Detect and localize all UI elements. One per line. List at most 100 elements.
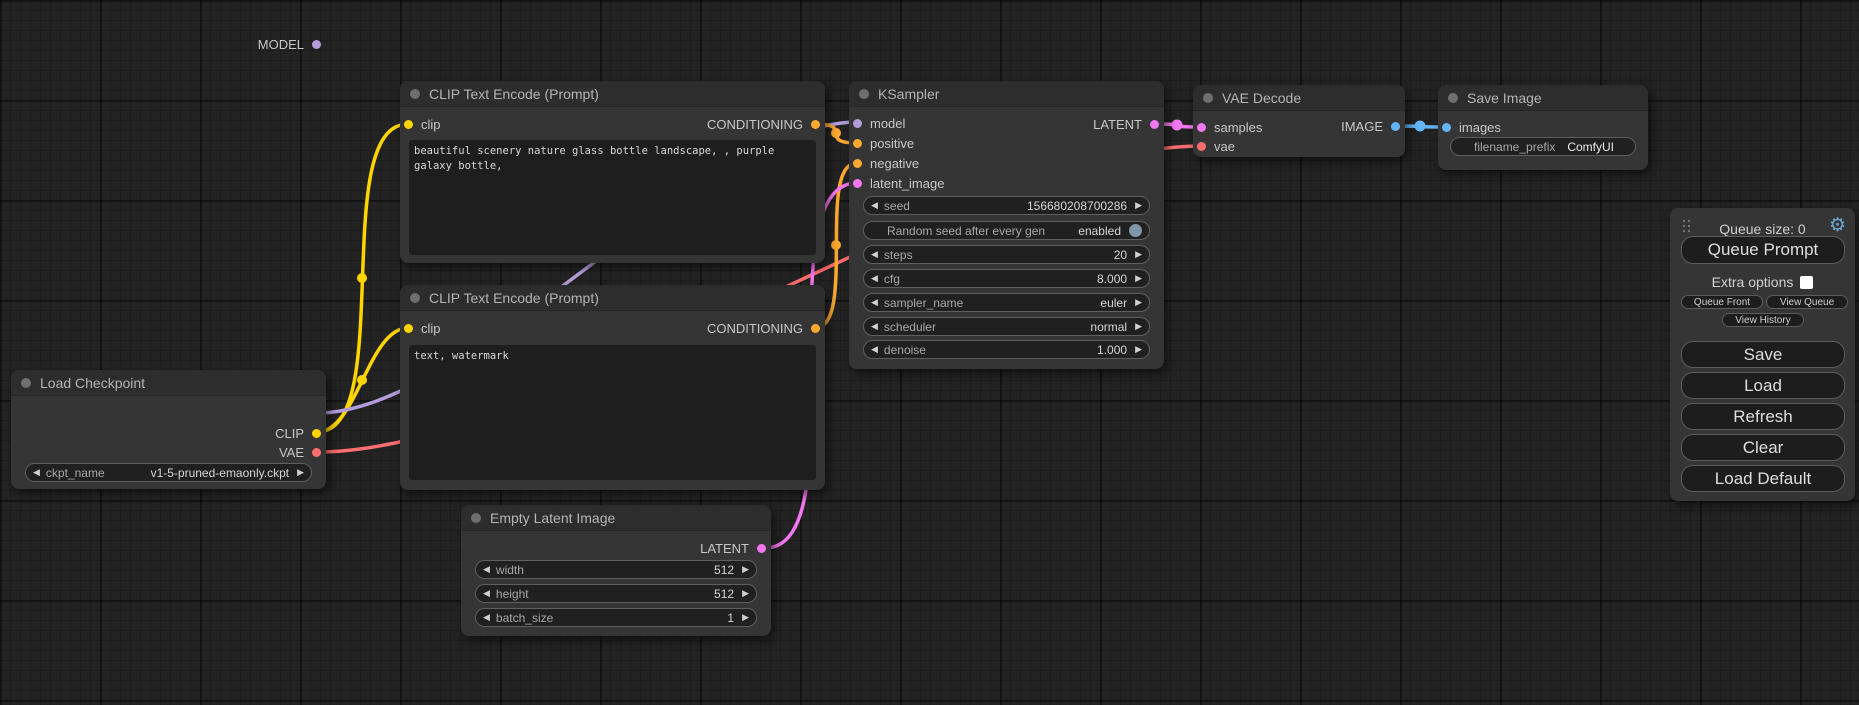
- clip-input-dot[interactable]: [404, 120, 413, 129]
- decrement-arrow-icon[interactable]: ◀: [871, 274, 878, 283]
- latent-output-dot[interactable]: [1150, 120, 1159, 129]
- node-vae-decode[interactable]: VAE Decode samples vae IMAGE: [1193, 85, 1405, 157]
- decrement-arrow-icon[interactable]: ◀: [871, 298, 878, 307]
- collapse-dot-icon[interactable]: [1203, 93, 1213, 103]
- increment-arrow-icon[interactable]: ▶: [1135, 298, 1142, 307]
- image-output-dot[interactable]: [1391, 122, 1400, 131]
- latent-output-dot[interactable]: [757, 544, 766, 553]
- queue-front-button[interactable]: Queue Front: [1681, 295, 1763, 309]
- negative-prompt-textarea[interactable]: text, watermark: [409, 345, 816, 480]
- extra-options-checkbox[interactable]: [1800, 276, 1813, 289]
- queue-panel[interactable]: Queue size: 0 ⚙ Queue Prompt Extra optio…: [1670, 208, 1855, 501]
- positive-prompt-textarea[interactable]: beautiful scenery nature glass bottle la…: [409, 140, 816, 255]
- node-title-bar[interactable]: CLIP Text Encode (Prompt): [400, 285, 825, 311]
- latent-input-dot[interactable]: [1197, 123, 1206, 132]
- view-history-button[interactable]: View History: [1722, 313, 1804, 327]
- node-title-bar[interactable]: KSampler: [849, 81, 1164, 107]
- collapse-dot-icon[interactable]: [21, 378, 31, 388]
- input-slot-samples[interactable]: samples: [1197, 120, 1262, 135]
- width-widget[interactable]: ◀ width 512 ▶: [475, 560, 757, 579]
- decrement-arrow-icon[interactable]: ◀: [483, 589, 490, 598]
- view-queue-button[interactable]: View Queue: [1766, 295, 1848, 309]
- image-input-dot[interactable]: [1442, 123, 1451, 132]
- model-output-dot[interactable]: [312, 40, 321, 49]
- node-title-bar[interactable]: Empty Latent Image: [461, 505, 771, 531]
- increment-arrow-icon[interactable]: ▶: [1135, 201, 1142, 210]
- node-clip-text-encode-negative[interactable]: CLIP Text Encode (Prompt) clip CONDITION…: [400, 285, 825, 490]
- clip-output-dot[interactable]: [312, 429, 321, 438]
- increment-arrow-icon[interactable]: ▶: [742, 613, 749, 622]
- increment-arrow-icon[interactable]: ▶: [742, 565, 749, 574]
- denoise-widget[interactable]: ◀ denoise 1.000 ▶: [863, 340, 1150, 359]
- steps-widget[interactable]: ◀ steps 20 ▶: [863, 245, 1150, 264]
- increment-arrow-icon[interactable]: ▶: [742, 589, 749, 598]
- node-save-image[interactable]: Save Image images filename_prefix ComfyU…: [1438, 85, 1648, 170]
- batch-size-widget[interactable]: ◀ batch_size 1 ▶: [475, 608, 757, 627]
- input-slot-vae[interactable]: vae: [1197, 139, 1235, 154]
- height-widget[interactable]: ◀ height 512 ▶: [475, 584, 757, 603]
- output-slot-vae[interactable]: VAE: [279, 445, 321, 460]
- toggle-enabled-icon[interactable]: [1129, 224, 1142, 237]
- conditioning-input-dot[interactable]: [853, 139, 862, 148]
- node-clip-text-encode-positive[interactable]: CLIP Text Encode (Prompt) clip CONDITION…: [400, 81, 825, 263]
- input-slot-model[interactable]: model: [853, 116, 905, 131]
- clip-input-dot[interactable]: [404, 324, 413, 333]
- settings-gear-icon[interactable]: ⚙: [1829, 216, 1846, 235]
- node-title-bar[interactable]: CLIP Text Encode (Prompt): [400, 81, 825, 107]
- increment-arrow-icon[interactable]: ▶: [1135, 345, 1142, 354]
- node-load-checkpoint[interactable]: Load Checkpoint MODEL CLIP VAE ◀ ckpt_na…: [11, 370, 326, 489]
- queue-prompt-button[interactable]: Queue Prompt: [1681, 236, 1845, 264]
- decrement-arrow-icon[interactable]: ◀: [483, 613, 490, 622]
- increment-arrow-icon[interactable]: ▶: [1135, 250, 1142, 259]
- conditioning-output-dot[interactable]: [811, 120, 820, 129]
- cfg-widget[interactable]: ◀ cfg 8.000 ▶: [863, 269, 1150, 288]
- increment-arrow-icon[interactable]: ▶: [1135, 322, 1142, 331]
- seed-widget[interactable]: ◀ seed 156680208700286 ▶: [863, 196, 1150, 215]
- collapse-dot-icon[interactable]: [410, 293, 420, 303]
- node-title-bar[interactable]: VAE Decode: [1193, 85, 1405, 111]
- input-slot-clip[interactable]: clip: [404, 321, 441, 336]
- vae-output-dot[interactable]: [312, 448, 321, 457]
- conditioning-output-dot[interactable]: [811, 324, 820, 333]
- decrement-arrow-icon[interactable]: ◀: [33, 468, 40, 477]
- load-button[interactable]: Load: [1681, 372, 1845, 399]
- output-slot-latent[interactable]: LATENT: [1093, 117, 1159, 132]
- node-ksampler[interactable]: KSampler model positive negative latent_…: [849, 81, 1164, 369]
- load-default-button[interactable]: Load Default: [1681, 465, 1845, 492]
- output-slot-conditioning[interactable]: CONDITIONING: [707, 117, 820, 132]
- conditioning-input-dot[interactable]: [853, 159, 862, 168]
- decrement-arrow-icon[interactable]: ◀: [871, 345, 878, 354]
- output-slot-clip[interactable]: CLIP: [275, 426, 321, 441]
- collapse-dot-icon[interactable]: [471, 513, 481, 523]
- model-input-dot[interactable]: [853, 119, 862, 128]
- clear-button[interactable]: Clear: [1681, 434, 1845, 461]
- decrement-arrow-icon[interactable]: ◀: [871, 201, 878, 210]
- filename-prefix-widget[interactable]: filename_prefix ComfyUI: [1450, 137, 1636, 156]
- input-slot-latent-image[interactable]: latent_image: [853, 176, 944, 191]
- save-button[interactable]: Save: [1681, 341, 1845, 368]
- sampler-name-widget[interactable]: ◀ sampler_name euler ▶: [863, 293, 1150, 312]
- output-slot-latent[interactable]: LATENT: [700, 541, 766, 556]
- decrement-arrow-icon[interactable]: ◀: [871, 250, 878, 259]
- latent-input-dot[interactable]: [853, 179, 862, 188]
- output-slot-conditioning[interactable]: CONDITIONING: [707, 321, 820, 336]
- output-slot-model[interactable]: MODEL: [258, 37, 321, 52]
- increment-arrow-icon[interactable]: ▶: [297, 468, 304, 477]
- refresh-button[interactable]: Refresh: [1681, 403, 1845, 430]
- input-slot-positive[interactable]: positive: [853, 136, 914, 151]
- scheduler-widget[interactable]: ◀ scheduler normal ▶: [863, 317, 1150, 336]
- decrement-arrow-icon[interactable]: ◀: [483, 565, 490, 574]
- node-title-bar[interactable]: Save Image: [1438, 85, 1648, 111]
- increment-arrow-icon[interactable]: ▶: [1135, 274, 1142, 283]
- random-seed-toggle-widget[interactable]: Random seed after every gen enabled: [863, 221, 1150, 240]
- input-slot-clip[interactable]: clip: [404, 117, 441, 132]
- vae-input-dot[interactable]: [1197, 142, 1206, 151]
- input-slot-negative[interactable]: negative: [853, 156, 919, 171]
- input-slot-images[interactable]: images: [1442, 120, 1501, 135]
- collapse-dot-icon[interactable]: [410, 89, 420, 99]
- node-empty-latent-image[interactable]: Empty Latent Image LATENT ◀ width 512 ▶ …: [461, 505, 771, 636]
- collapse-dot-icon[interactable]: [1448, 93, 1458, 103]
- collapse-dot-icon[interactable]: [859, 89, 869, 99]
- decrement-arrow-icon[interactable]: ◀: [871, 322, 878, 331]
- output-slot-image[interactable]: IMAGE: [1341, 119, 1400, 134]
